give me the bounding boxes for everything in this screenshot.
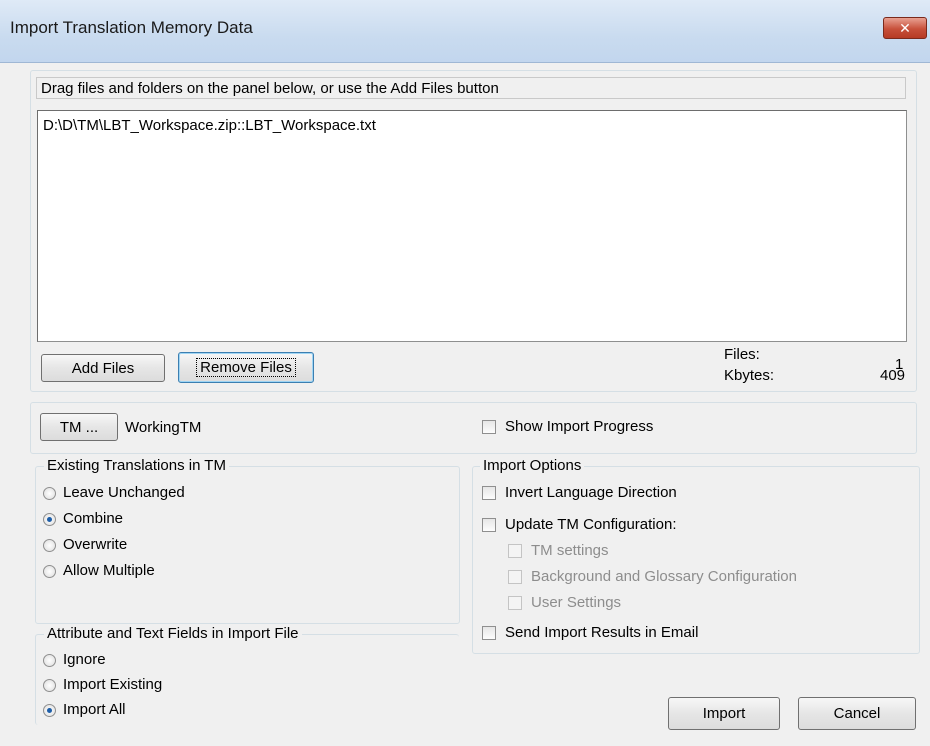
cancel-button[interactable]: Cancel [798, 697, 916, 730]
tm-name: WorkingTM [125, 419, 202, 436]
cancel-button-label: Cancel [833, 705, 881, 722]
file-list-item[interactable]: D:\D\TM\LBT_Workspace.zip::LBT_Workspace… [43, 117, 376, 134]
send-email-checkbox[interactable] [482, 626, 496, 640]
kbytes-value: 409 [880, 367, 906, 384]
invert-language-label: Invert Language Direction [505, 484, 677, 501]
remove-files-label: Remove Files [196, 358, 296, 377]
show-progress-label: Show Import Progress [505, 418, 654, 435]
add-files-label: Add Files [71, 359, 135, 377]
tm-select-button[interactable]: TM ... [40, 413, 118, 441]
import-button-label: Import [702, 705, 746, 722]
kbytes-label: Kbytes: [724, 367, 775, 384]
radio-ignore-label: Ignore [63, 651, 106, 668]
window-title: Import Translation Memory Data [10, 18, 253, 37]
file-drop-list[interactable]: D:\D\TM\LBT_Workspace.zip::LBT_Workspace… [37, 110, 907, 342]
radio-import-all-label: Import All [63, 701, 126, 718]
title-bar[interactable]: Import Translation Memory Data ✕ [0, 0, 930, 63]
attribute-fields-title: Attribute and Text Fields in Import File [44, 625, 302, 642]
tm-settings-checkbox[interactable] [508, 544, 522, 558]
radio-allow-multiple-label: Allow Multiple [63, 562, 155, 579]
user-settings-label: User Settings [531, 594, 622, 611]
background-glossary-label: Background and Glossary Configuration [531, 568, 797, 585]
add-files-button[interactable]: Add Files [41, 354, 165, 382]
background-glossary-checkbox[interactable] [508, 570, 522, 584]
radio-import-existing[interactable] [43, 679, 56, 692]
close-button[interactable]: ✕ [883, 17, 927, 39]
tm-select-label: TM ... [59, 418, 99, 436]
radio-ignore[interactable] [43, 654, 56, 667]
radio-overwrite[interactable] [43, 539, 56, 552]
radio-combine[interactable] [43, 513, 56, 526]
radio-combine-label: Combine [63, 510, 124, 527]
import-button[interactable]: Import [668, 697, 780, 730]
show-progress-checkbox[interactable] [482, 420, 496, 434]
drop-instructions: Drag files and folders on the panel belo… [36, 77, 906, 99]
user-settings-checkbox[interactable] [508, 596, 522, 610]
files-count-label: Files: [724, 346, 760, 363]
send-email-label: Send Import Results in Email [505, 624, 699, 641]
update-config-label: Update TM Configuration: [505, 516, 677, 533]
radio-overwrite-label: Overwrite [63, 536, 128, 553]
invert-language-checkbox[interactable] [482, 486, 496, 500]
import-dialog: Import Translation Memory Data ✕ Drag fi… [0, 0, 930, 746]
close-icon: ✕ [899, 19, 911, 36]
existing-translations-title: Existing Translations in TM [44, 457, 229, 474]
remove-files-button[interactable]: Remove Files [178, 352, 314, 383]
import-options-title: Import Options [480, 457, 585, 474]
radio-leave-unchanged-label: Leave Unchanged [63, 484, 185, 501]
radio-import-existing-label: Import Existing [63, 676, 163, 693]
radio-import-all[interactable] [43, 704, 56, 717]
radio-allow-multiple[interactable] [43, 565, 56, 578]
radio-leave-unchanged[interactable] [43, 487, 56, 500]
update-config-checkbox[interactable] [482, 518, 496, 532]
tm-settings-label: TM settings [531, 542, 609, 559]
